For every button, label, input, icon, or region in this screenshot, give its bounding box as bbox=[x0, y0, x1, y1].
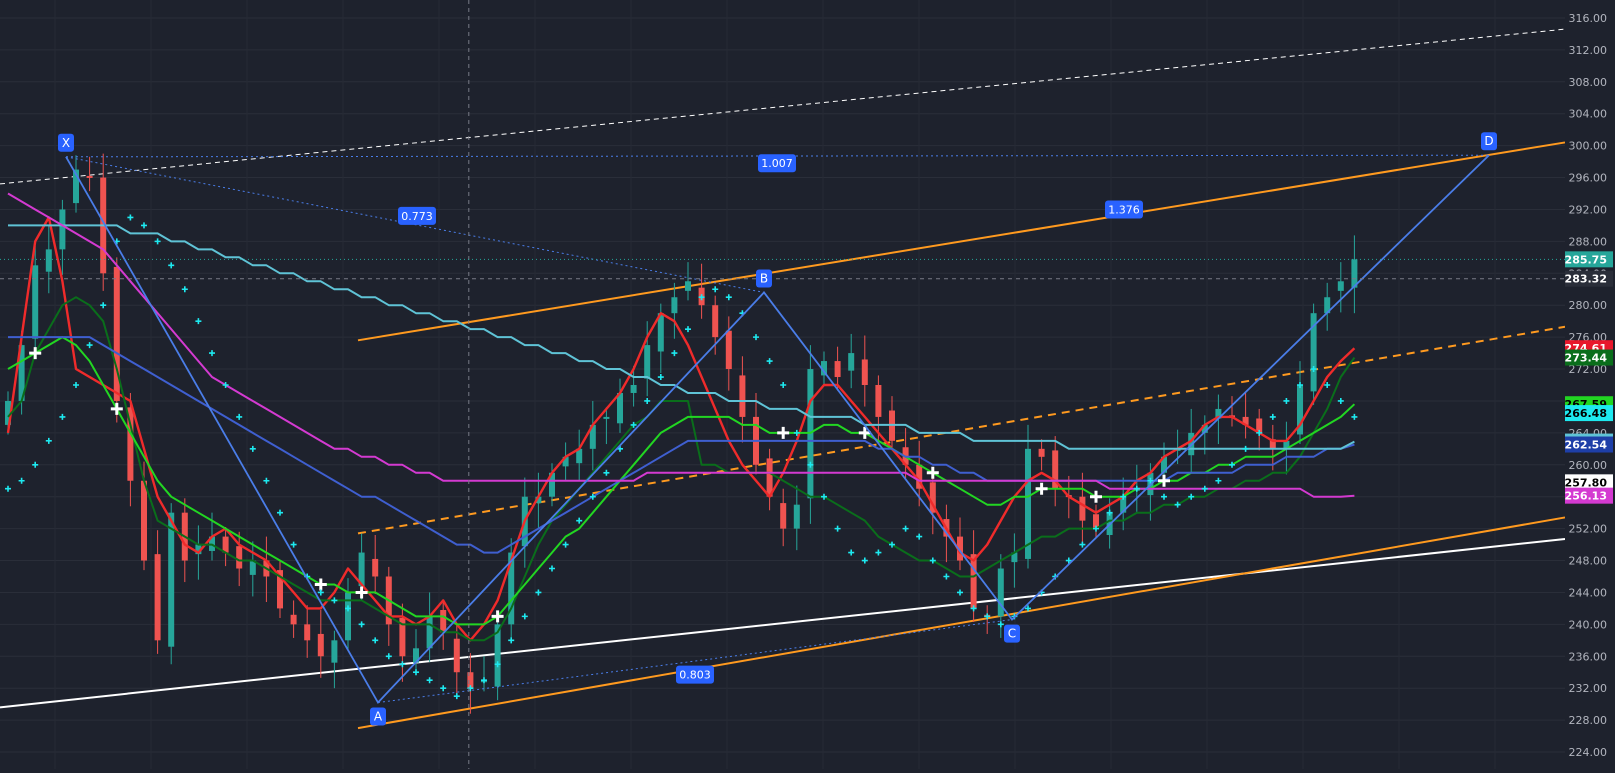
candle-body bbox=[331, 640, 338, 663]
candle-body bbox=[725, 330, 732, 370]
candle-body bbox=[1079, 496, 1086, 521]
candle-body bbox=[970, 554, 977, 609]
price-label: 283.32 bbox=[1565, 273, 1607, 286]
candle-body bbox=[290, 614, 297, 625]
candle-body bbox=[630, 385, 637, 393]
ratio-label: 1.376 bbox=[1108, 203, 1140, 216]
candle-body bbox=[712, 305, 719, 338]
candle-body bbox=[671, 297, 678, 314]
axis-tick-label: 228.00 bbox=[1569, 714, 1608, 727]
axis-tick-label: 248.00 bbox=[1569, 555, 1608, 568]
candle-body bbox=[644, 345, 651, 379]
axis-tick-label: 296.00 bbox=[1569, 172, 1608, 185]
candle-body bbox=[875, 385, 882, 417]
candle-body bbox=[834, 361, 841, 378]
axis-tick-label: 224.00 bbox=[1569, 746, 1608, 759]
price-chart[interactable]: X A B C D 0.773 1.007 1.376 0.803 316.00 312.00 30… bbox=[0, 0, 1615, 769]
point-label-D: D bbox=[1484, 134, 1493, 148]
candle-body bbox=[141, 480, 147, 561]
axis-tick-label: 280.00 bbox=[1569, 299, 1608, 312]
candle-body bbox=[168, 512, 175, 647]
candle-body bbox=[372, 558, 379, 577]
axis-tick-label: 252.00 bbox=[1569, 523, 1608, 536]
candle-body bbox=[86, 175, 93, 178]
candle-body bbox=[426, 616, 433, 649]
axis-tick-label: 288.00 bbox=[1569, 235, 1608, 248]
candle-body bbox=[222, 536, 229, 553]
candle-body bbox=[154, 554, 161, 641]
candle-body bbox=[32, 265, 39, 339]
axis-tick-label: 308.00 bbox=[1569, 76, 1608, 89]
candle-body bbox=[59, 209, 66, 250]
point-label-B: B bbox=[760, 271, 768, 285]
axis-tick-label: 304.00 bbox=[1569, 108, 1608, 121]
axis-tick-label: 240.00 bbox=[1569, 618, 1608, 631]
candle-body bbox=[793, 504, 800, 529]
ratio-label: 1.007 bbox=[761, 157, 793, 170]
chart-root[interactable]: X A B C D 0.773 1.007 1.376 0.803 316.00 312.00 30… bbox=[0, 0, 1615, 769]
point-label-C: C bbox=[1008, 627, 1016, 641]
axis-tick-label: 312.00 bbox=[1569, 44, 1608, 57]
candle-body bbox=[780, 503, 787, 529]
candle-body bbox=[861, 359, 868, 385]
price-label: 273.44 bbox=[1565, 352, 1608, 365]
axis-tick-label: 300.00 bbox=[1569, 140, 1608, 153]
axis-tick-label: 236.00 bbox=[1569, 650, 1608, 663]
candle-body bbox=[1038, 448, 1045, 457]
axis-tick-label: 316.00 bbox=[1569, 12, 1608, 25]
point-label-A: A bbox=[374, 710, 383, 724]
axis-tick-label: 244.00 bbox=[1569, 586, 1608, 599]
axis-tick-label: 292.00 bbox=[1569, 203, 1608, 216]
candle-body bbox=[848, 353, 855, 371]
axis-tick-label: 260.00 bbox=[1569, 459, 1608, 472]
price-label: 262.54 bbox=[1565, 439, 1608, 452]
ratio-label: 0.773 bbox=[401, 210, 433, 223]
candle-body bbox=[45, 249, 52, 272]
price-label: 257.80 bbox=[1565, 476, 1608, 489]
ratio-label: 0.803 bbox=[679, 669, 711, 682]
candle-body bbox=[317, 633, 324, 657]
axis-tick-label: 232.00 bbox=[1569, 682, 1608, 695]
price-label: 285.75 bbox=[1565, 253, 1607, 266]
candle-body bbox=[685, 281, 691, 291]
price-axis[interactable]: 316.00 312.00 308.00 304.00 300.00 296.00 292.… bbox=[1565, 0, 1615, 769]
candle-body bbox=[440, 610, 447, 633]
candle-body bbox=[997, 568, 1004, 617]
candle-body bbox=[603, 416, 610, 419]
point-label-X: X bbox=[62, 136, 70, 150]
candle-body bbox=[617, 392, 623, 424]
candle-body bbox=[739, 375, 746, 417]
candle-body bbox=[304, 624, 311, 641]
candle-body bbox=[1337, 281, 1344, 291]
price-label: 256.13 bbox=[1565, 490, 1607, 503]
candle-body bbox=[453, 638, 460, 673]
price-label: 266.48 bbox=[1565, 407, 1607, 420]
candle-body bbox=[236, 546, 243, 569]
